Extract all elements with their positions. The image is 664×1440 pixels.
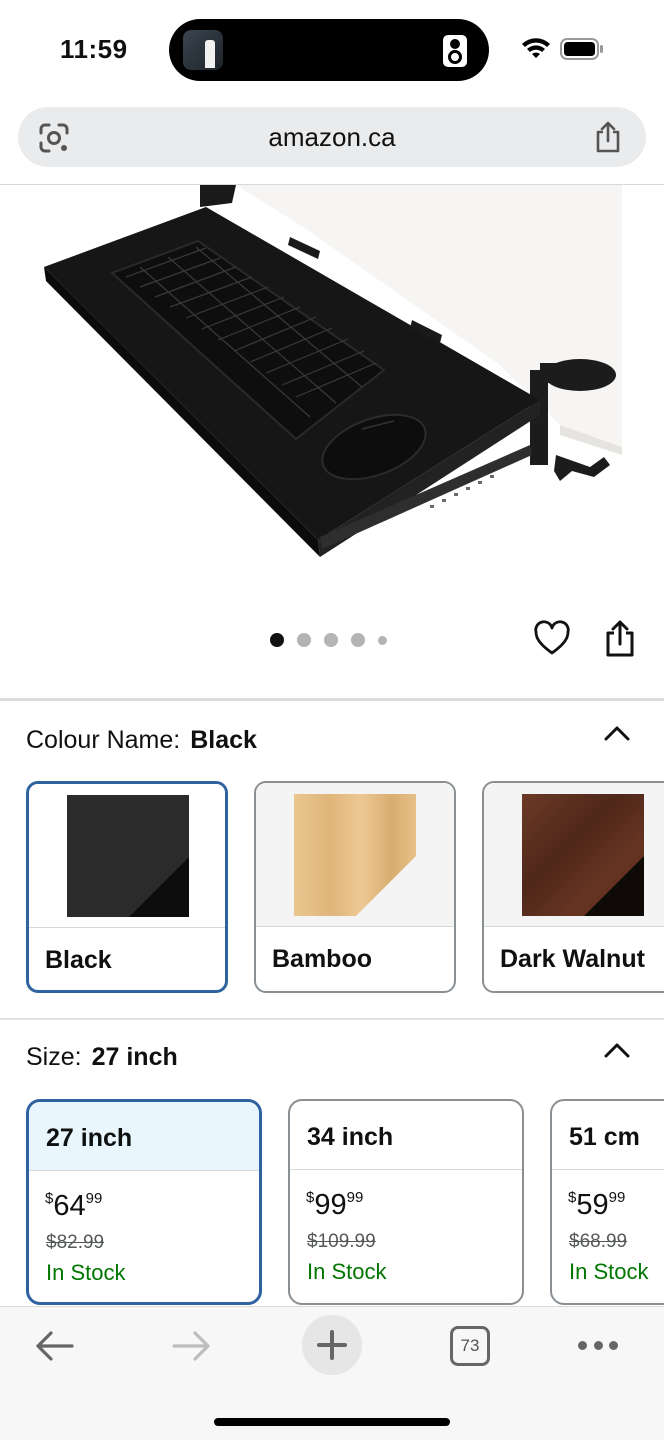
dynamic-island[interactable] bbox=[169, 19, 489, 81]
chevron-up-icon[interactable] bbox=[604, 1042, 630, 1058]
url-text[interactable]: amazon.ca bbox=[18, 122, 646, 153]
size-option-51-cm[interactable]: 51 cm $5999 $68.99 In Stock bbox=[550, 1099, 664, 1305]
size-option-label: 34 inch bbox=[307, 1123, 394, 1151]
colour-name-value: Black bbox=[190, 726, 257, 754]
heart-icon[interactable] bbox=[533, 620, 571, 658]
colour-name-row: Colour Name: Black bbox=[26, 726, 257, 755]
status-bar: 11:59 bbox=[0, 0, 664, 100]
swatch-image-area bbox=[484, 783, 664, 927]
size-option-label: 51 cm bbox=[569, 1123, 640, 1151]
size-option-header: 51 cm bbox=[552, 1101, 664, 1170]
stock-status: In Stock bbox=[569, 1259, 649, 1284]
status-time: 11:59 bbox=[60, 34, 128, 64]
home-indicator[interactable] bbox=[214, 1418, 450, 1426]
size-value: 27 inch bbox=[91, 1043, 178, 1071]
forward-arrow-icon[interactable] bbox=[172, 1329, 212, 1363]
size-option-27-inch[interactable]: 27 inch $6499 $82.99 In Stock bbox=[26, 1099, 262, 1305]
carousel-dot[interactable] bbox=[324, 633, 338, 647]
stock-status: In Stock bbox=[307, 1259, 387, 1284]
speaker-icon bbox=[443, 35, 467, 67]
chevron-up-icon[interactable] bbox=[604, 725, 630, 741]
share-icon[interactable] bbox=[604, 618, 636, 658]
size-row: Size: 27 inch bbox=[26, 1043, 178, 1072]
swatch-label: Bamboo bbox=[272, 945, 372, 973]
black-swatch bbox=[67, 795, 189, 917]
carousel-dot[interactable] bbox=[297, 633, 311, 647]
new-tab-button[interactable] bbox=[302, 1315, 362, 1375]
swatch-label: Black bbox=[45, 946, 112, 974]
carousel-dot[interactable] bbox=[378, 635, 387, 645]
tab-switcher-button[interactable]: 73 bbox=[450, 1326, 490, 1366]
battery-icon bbox=[560, 38, 603, 60]
more-menu-icon[interactable] bbox=[578, 1341, 618, 1351]
price: $9999 bbox=[306, 1189, 364, 1221]
bamboo-swatch bbox=[294, 794, 416, 916]
list-price: $82.99 bbox=[46, 1232, 105, 1253]
price: $5999 bbox=[568, 1189, 626, 1221]
colour-option-black[interactable]: Black bbox=[26, 781, 228, 993]
price: $6499 bbox=[45, 1190, 103, 1222]
colour-name-label: Colour Name: bbox=[26, 726, 181, 754]
size-option-label: 27 inch bbox=[46, 1124, 133, 1152]
address-bar[interactable]: amazon.ca bbox=[18, 107, 646, 167]
colour-option-dark-walnut[interactable]: Dark Walnut bbox=[482, 781, 664, 993]
swatch-image-area bbox=[29, 784, 225, 928]
image-carousel-dots[interactable] bbox=[270, 632, 387, 648]
share-page-icon[interactable] bbox=[592, 120, 624, 154]
dark-walnut-swatch bbox=[522, 794, 644, 916]
list-price: $109.99 bbox=[307, 1231, 376, 1252]
size-option-header: 27 inch bbox=[29, 1102, 259, 1171]
product-image[interactable] bbox=[0, 185, 664, 615]
wifi-icon bbox=[522, 38, 550, 58]
list-price: $68.99 bbox=[569, 1231, 628, 1252]
swatch-image-area bbox=[256, 783, 454, 927]
size-label: Size: bbox=[26, 1043, 82, 1071]
carousel-dot[interactable] bbox=[270, 633, 284, 647]
divider bbox=[0, 1018, 664, 1020]
swatch-label: Dark Walnut bbox=[500, 945, 645, 973]
carousel-dot[interactable] bbox=[351, 633, 365, 647]
now-playing-thumbnail bbox=[183, 30, 223, 70]
app-screen: 11:59 amazon.ca Colour Name: Black Black… bbox=[0, 0, 664, 1440]
size-option-34-inch[interactable]: 34 inch $9999 $109.99 In Stock bbox=[288, 1099, 524, 1305]
size-option-header: 34 inch bbox=[290, 1101, 522, 1170]
colour-option-bamboo[interactable]: Bamboo bbox=[254, 781, 456, 993]
divider bbox=[0, 698, 664, 701]
stock-status: In Stock bbox=[46, 1260, 126, 1285]
back-arrow-icon[interactable] bbox=[34, 1329, 74, 1363]
